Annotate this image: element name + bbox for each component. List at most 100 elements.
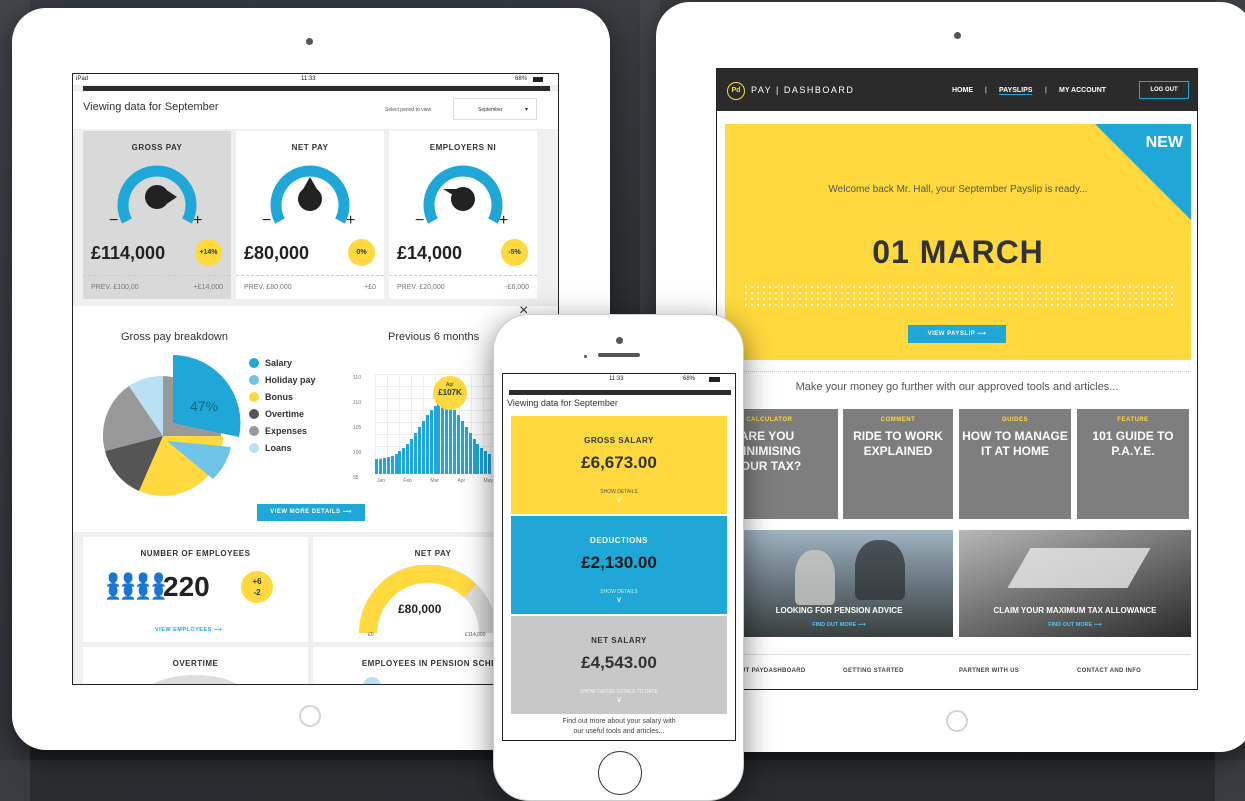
legend-item: Loans [249, 439, 316, 456]
employee-change-badge: +6 -2 [241, 571, 273, 603]
photo-card[interactable]: LOOKING FOR PENSION ADVICE FIND OUT MORE… [725, 530, 953, 637]
brand-name: PAY | DASHBOARD [751, 85, 855, 95]
gauge-tile-employers-ni[interactable]: EMPLOYERS NI − + £14,000 -5% PREV. £20,00… [389, 131, 537, 299]
legend-item: Bonus [249, 388, 316, 405]
breakdown-panel: × Gross pay breakdown Previous 6 months … [73, 302, 558, 532]
battery-icon [533, 77, 543, 82]
nav-my-account[interactable]: MY ACCOUNT [1059, 87, 1106, 94]
phone-home-button[interactable] [598, 751, 642, 795]
prev-label: PREV. £80,000 [244, 284, 292, 291]
history-bar [382, 458, 386, 474]
article-tile[interactable]: GUIDES HOW TO MANAGE IT AT HOME [959, 409, 1071, 519]
status-time: 11:33 [301, 76, 316, 82]
view-employees-link[interactable]: VIEW EMPLOYEES ⟶ [155, 627, 222, 633]
pd-logo-icon: Pd [727, 82, 745, 100]
right-tablet-screen: Pd PAY | DASHBOARD HOME | PAYSLIPS | MY … [716, 68, 1198, 690]
status-battery: 68% [515, 76, 528, 82]
footer-heading[interactable]: PARTNER WITH US [959, 668, 1019, 674]
history-bar [445, 402, 449, 474]
history-bar [460, 420, 464, 474]
gauge-min: £0 [368, 632, 374, 638]
gauge-max: £114,000 [465, 632, 486, 638]
find-out-more-link[interactable]: FIND OUT MORE ⟶ [959, 622, 1191, 628]
phone-footer-text: Find out more about your salary with our … [562, 718, 676, 735]
prev-label: PREV. £20,000 [397, 284, 445, 291]
hero-welcome: Welcome back Mr. Hall, your September Pa… [828, 184, 1088, 195]
history-yticks: 110 110 105 100 95 [353, 375, 362, 481]
view-more-details-button[interactable]: VIEW MORE DETAILS ⟶ [257, 504, 365, 521]
footer-heading[interactable]: GETTING STARTED [843, 668, 904, 674]
battery-icon [709, 377, 720, 382]
gauge-dial-icon: − + [415, 165, 508, 229]
status-bar: iPad 11:33 68% [73, 74, 558, 85]
gauge-value: £14,000 [397, 243, 463, 263]
photo-card[interactable]: CLAIM YOUR MAXIMUM TAX ALLOWANCE FIND OU… [959, 530, 1191, 637]
phone-screen: 11:33 68% Viewing data for September GRO… [502, 373, 736, 741]
employees-tile: NUMBER OF EMPLOYEES 👤👤👤👤 👤👤👤👤 220 +6 -2 VI… [83, 537, 308, 642]
history-bar [398, 451, 402, 474]
gauge-dial-icon: − + [109, 165, 202, 229]
svg-text:−: − [262, 212, 271, 229]
net-pay-half-gauge [359, 565, 497, 633]
history-bar [414, 433, 417, 474]
overtime-title: OVERTIME [172, 659, 219, 668]
svg-text:+: + [499, 212, 508, 229]
nav-payslips[interactable]: PAYSLIPS [999, 87, 1033, 95]
svg-text:−: − [415, 212, 424, 229]
nav-home[interactable]: HOME [952, 87, 973, 94]
logout-button[interactable]: LOG OUT [1139, 81, 1189, 99]
svg-text:−: − [109, 212, 118, 229]
history-bar [375, 459, 378, 474]
legend-item: Overtime [249, 405, 316, 422]
period-select[interactable]: September ▾ [453, 98, 537, 120]
find-out-more-link[interactable]: FIND OUT MORE ⟶ [725, 622, 953, 628]
footer-heading[interactable]: UT PAYDASHBOARD [741, 668, 806, 674]
tablet-camera [954, 32, 961, 39]
article-tile[interactable]: COMMENT RIDE TO WORK EXPLAINED [843, 409, 953, 519]
article-tile[interactable]: FEATURE 101 GUIDE TO P.A.Y.E. [1077, 409, 1189, 519]
footer-heading[interactable]: CONTACT AND INFO [1077, 668, 1141, 674]
gauge-tile-net[interactable]: NET PAY − + £80,000 0% PREV. £80,000 +£0 [236, 131, 384, 299]
history-bar [378, 458, 382, 474]
gauge-tile-gross[interactable]: GROSS PAY − + £114,000 +14% PREV. £100,00… [83, 131, 231, 299]
svg-text:+: + [346, 212, 355, 229]
history-bar [417, 426, 421, 474]
phone-header-bar [509, 390, 731, 395]
history-bar [394, 453, 398, 474]
legend-item: Expenses [249, 422, 316, 439]
hero-date: 01 MARCH [872, 234, 1044, 270]
deductions-card[interactable]: DEDUCTIONS £2,130.00 SHOW DETAILS ∨ [511, 516, 727, 614]
net-pay-gauge-value: £80,000 [398, 602, 442, 616]
history-bar [468, 433, 472, 474]
gauge-change-badge: -5% [501, 239, 528, 266]
chevron-down-icon: ∨ [616, 495, 622, 504]
view-payslip-button[interactable]: VIEW PAYSLIP ⟶ [908, 325, 1006, 343]
phone-title: Viewing data for September [507, 398, 618, 408]
navbar: Pd PAY | DASHBOARD HOME | PAYSLIPS | MY … [717, 69, 1197, 111]
history-chart: 110 110 105 100 95 Apr £107K Jan Feb Mar Apr May [353, 366, 493, 486]
gauge-title: EMPLOYERS NI [429, 143, 497, 152]
gross-salary-card[interactable]: GROSS SALARY £6,673.00 SHOW DETAILS ∨ [511, 416, 727, 514]
tablet-home-button[interactable] [299, 705, 321, 727]
period-label: Select period to view [385, 107, 432, 113]
photo-title: CLAIM YOUR MAXIMUM TAX ALLOWANCE [993, 606, 1157, 615]
phone-speaker [598, 353, 640, 357]
gauge-previous: PREV. £100,00 +£14,000 [83, 275, 231, 299]
breakdown-title: Gross pay breakdown [121, 331, 228, 343]
chevron-down-icon: ∨ [616, 595, 622, 604]
history-bar [449, 405, 453, 474]
right-tablet: Pd PAY | DASHBOARD HOME | PAYSLIPS | MY … [656, 2, 1245, 752]
new-badge: NEW [1145, 134, 1183, 151]
history-bar [476, 443, 480, 474]
gauge-change-badge: +14% [195, 239, 222, 266]
photo-title: LOOKING FOR PENSION ADVICE [775, 606, 903, 615]
history-bar [410, 438, 414, 474]
salary-percentage: 47% [190, 398, 219, 414]
history-bar [441, 402, 445, 474]
legend-item: Holiday pay [249, 371, 316, 388]
prev-diff: +£0 [364, 284, 376, 291]
gauge-title: NET PAY [291, 143, 329, 152]
net-salary-card[interactable]: NET SALARY £4,543.00 SHOW GROSS TOTALS TO … [511, 616, 727, 714]
tools-intro: Make your money go further with our appr… [795, 381, 1119, 393]
tablet-home-button[interactable] [946, 710, 968, 732]
